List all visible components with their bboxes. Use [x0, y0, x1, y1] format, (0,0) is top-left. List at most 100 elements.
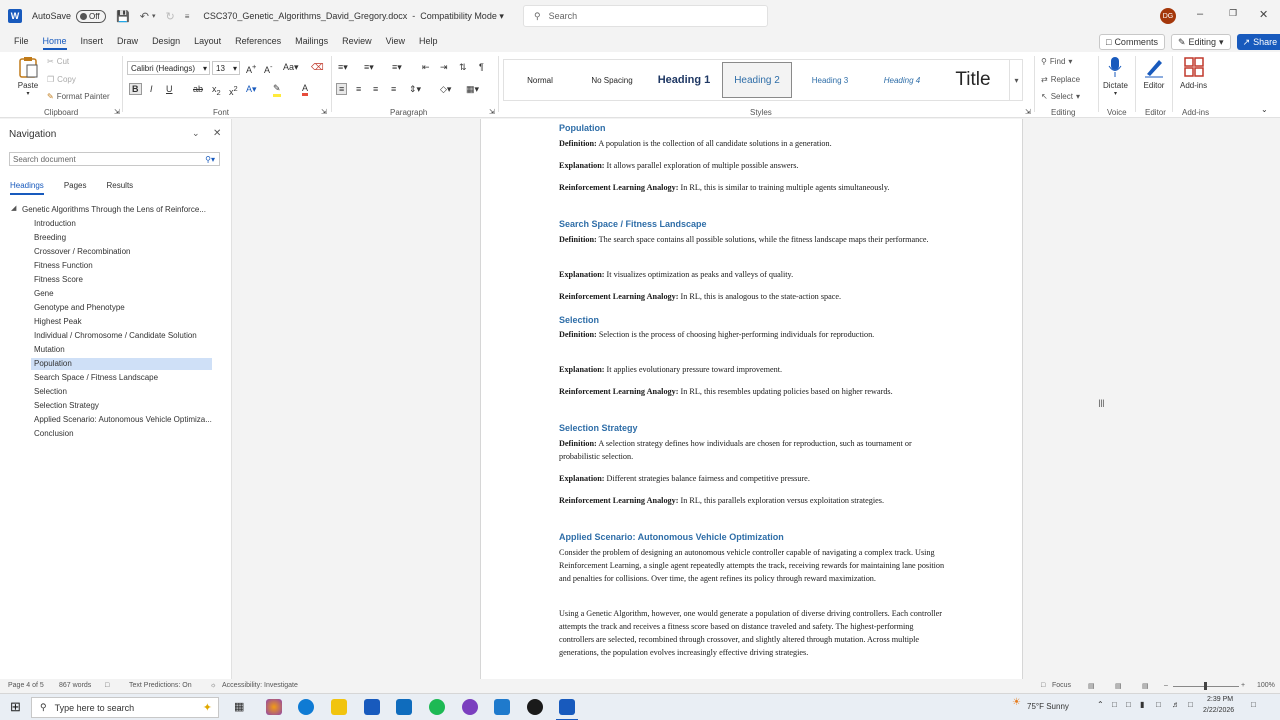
font-color-icon[interactable]: A [302, 83, 309, 96]
paragraph[interactable]: Definition: A selection strategy defines… [559, 437, 949, 463]
nav-heading-conclusion[interactable]: Conclusion [34, 428, 74, 440]
close-icon[interactable]: ✕ [1259, 8, 1268, 21]
increase-indent-icon[interactable]: ⇥ [440, 62, 448, 73]
font-size-select[interactable]: 13 ▾ [212, 61, 240, 75]
nav-heading-fitness-function[interactable]: Fitness Function [34, 260, 93, 272]
outlook-icon[interactable] [396, 699, 412, 715]
copy-button[interactable]: ❐ Copy [47, 75, 76, 84]
network-icon[interactable]: □ [1156, 700, 1161, 709]
dialog-launcher-icon[interactable]: ⇲ [489, 108, 495, 116]
dialog-launcher-icon[interactable]: ⇲ [321, 108, 327, 116]
change-case-icon[interactable]: Aa▾ [283, 62, 299, 73]
text-effects-icon[interactable]: A▾ [246, 84, 257, 95]
tab-view[interactable]: View [386, 36, 405, 50]
paragraph[interactable]: Consider the problem of designing an aut… [559, 546, 949, 585]
edge-icon[interactable] [298, 699, 314, 715]
paragraph[interactable]: Definition: Selection is the process of … [559, 328, 949, 341]
heading-applied-scenario[interactable]: Applied Scenario: Autonomous Vehicle Opt… [559, 532, 784, 542]
paragraph[interactable]: Explanation: Different strategies balanc… [559, 472, 949, 485]
nav-heading-population[interactable]: Population [31, 358, 212, 370]
borders-icon[interactable]: ▦▾ [466, 84, 479, 95]
print-layout-icon[interactable]: ▤ [1115, 682, 1122, 690]
customize-toolbar-icon[interactable]: ≡ [185, 12, 190, 21]
style-heading-4[interactable]: Heading 4 [866, 60, 938, 100]
word-taskbar-icon[interactable] [559, 699, 575, 715]
shading-icon[interactable]: ◇▾ [440, 84, 451, 95]
file-explorer-icon[interactable] [331, 699, 347, 715]
style-normal[interactable]: Normal [504, 60, 576, 100]
taskbar-search[interactable]: ⚲ Type here to search ✦ [31, 697, 219, 718]
bold-icon[interactable]: B [129, 83, 142, 95]
chevron-down-icon[interactable]: ▾ [152, 12, 156, 20]
heading-population[interactable]: Population [559, 123, 606, 133]
document-area[interactable]: ✍ Population Definition: A population is… [232, 119, 1280, 679]
tab-mailings[interactable]: Mailings [295, 36, 328, 50]
nav-heading-highest-peak[interactable]: Highest Peak [34, 316, 82, 328]
clear-formatting-icon[interactable]: ⌫ [311, 62, 324, 73]
font-family-select[interactable]: Calibri (Headings) ▾ [127, 61, 210, 75]
paragraph[interactable]: Reinforcement Learning Analogy: In RL, t… [559, 290, 949, 303]
cut-button[interactable]: ✂ Cut [47, 57, 69, 66]
bullets-icon[interactable]: ≡▾ [338, 62, 348, 73]
weather-text[interactable]: 75°F Sunny [1027, 702, 1069, 711]
document-name[interactable]: CSC370_Genetic_Algorithms_David_Gregory.… [203, 11, 504, 22]
align-center-icon[interactable]: ≡ [356, 84, 361, 94]
focus-button[interactable]: Focus [1052, 682, 1071, 689]
chatgpt-icon[interactable] [527, 699, 543, 715]
align-right-icon[interactable]: ≡ [373, 84, 378, 94]
tray-app-icon[interactable]: □ [1112, 700, 1117, 709]
vscode-icon[interactable] [494, 699, 510, 715]
copilot-icon[interactable] [266, 699, 282, 715]
align-left-icon[interactable]: ≡ [336, 83, 348, 95]
chevron-down-icon[interactable]: ⌄ [192, 128, 200, 139]
clock-time[interactable]: 2:39 PM [1207, 696, 1233, 703]
search-document-input[interactable]: Search document ⚲▾ [9, 152, 220, 166]
paragraph[interactable]: Definition: A population is the collecti… [559, 137, 949, 150]
minimize-icon[interactable]: – [1197, 8, 1203, 20]
style-no-spacing[interactable]: No Spacing [576, 60, 648, 100]
dictate-button[interactable]: Dictate ▾ [1103, 56, 1128, 97]
undo-icon[interactable]: ↶ [140, 10, 149, 23]
redo-icon[interactable]: ↻ [165, 10, 174, 23]
clock-date[interactable]: 2/22/2026 [1203, 707, 1234, 714]
document-page[interactable]: Population Definition: A population is t… [480, 119, 1023, 679]
nav-heading-applied-scenario[interactable]: Applied Scenario: Autonomous Vehicle Opt… [34, 414, 212, 426]
paragraph[interactable]: Explanation: It visualizes optimization … [559, 268, 949, 281]
zoom-slider-thumb[interactable] [1204, 682, 1207, 690]
proofing-icon[interactable]: □ [105, 682, 109, 689]
paragraph[interactable]: Reinforcement Learning Analogy: In RL, t… [559, 181, 949, 194]
tab-review[interactable]: Review [342, 36, 372, 50]
style-heading-2[interactable]: Heading 2 [722, 62, 792, 98]
avatar[interactable]: DG [1160, 8, 1176, 24]
notifications-icon[interactable]: □ [1251, 700, 1256, 709]
numbering-icon[interactable]: ≡▾ [364, 62, 374, 73]
store-icon[interactable] [364, 699, 380, 715]
editing-mode-button[interactable]: ✎ Editing ▾ [1170, 34, 1231, 50]
tray-chevron-icon[interactable]: ⌃ [1097, 700, 1104, 709]
italic-icon[interactable]: I [150, 84, 153, 94]
nav-heading-search-space[interactable]: Search Space / Fitness Landscape [34, 372, 158, 384]
nav-heading-mutation[interactable]: Mutation [34, 344, 65, 356]
find-button[interactable]: ⚲ Find ▾ [1041, 57, 1072, 66]
zoom-in-icon[interactable]: + [1241, 682, 1245, 689]
addins-button[interactable]: Add-ins [1180, 56, 1207, 90]
tab-draw[interactable]: Draw [117, 36, 138, 50]
restore-icon[interactable]: ❐ [1229, 8, 1237, 19]
paste-button[interactable]: Paste ▾ [17, 56, 39, 97]
tab-headings[interactable]: Headings [10, 181, 44, 195]
web-layout-icon[interactable]: ▤ [1142, 682, 1149, 690]
heading-selection[interactable]: Selection [559, 315, 599, 325]
style-title[interactable]: Title [938, 60, 1008, 100]
tab-layout[interactable]: Layout [194, 36, 221, 50]
justify-icon[interactable]: ≡ [391, 84, 396, 94]
replace-button[interactable]: ⇄ Replace [1041, 75, 1080, 84]
select-button[interactable]: ↖ Select ▾ [1041, 92, 1080, 101]
volume-icon[interactable]: ♬ [1172, 700, 1180, 709]
autosave-toggle[interactable]: Off [76, 9, 107, 23]
tab-references[interactable]: References [235, 36, 281, 50]
highlight-icon[interactable]: ✎ [273, 83, 281, 97]
line-spacing-icon[interactable]: ⇕▾ [409, 84, 421, 95]
paragraph[interactable]: Explanation: It allows parallel explorat… [559, 159, 949, 172]
decrease-indent-icon[interactable]: ⇤ [422, 62, 430, 73]
underline-icon[interactable]: U [166, 84, 173, 94]
